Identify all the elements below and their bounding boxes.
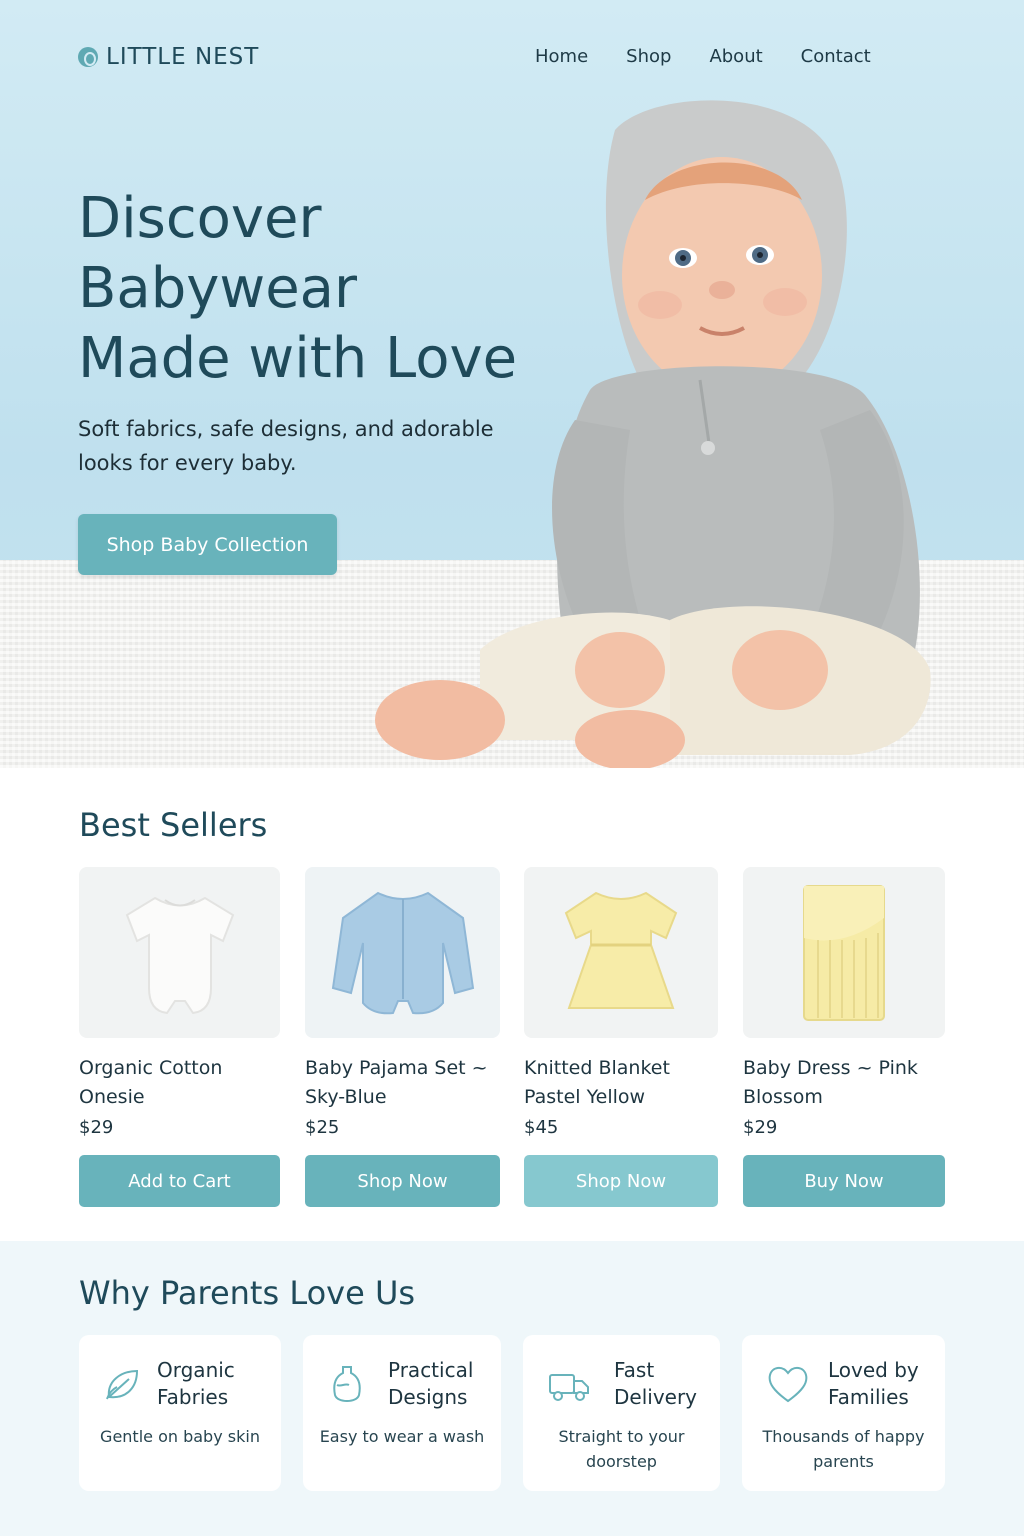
heart-icon xyxy=(768,1367,808,1403)
buy-now-button[interactable]: Buy Now xyxy=(743,1155,945,1207)
product-card[interactable]: Knitted Blanket Pastel Yellow $45 Shop N… xyxy=(524,867,718,1207)
feature-desc: Gentle on baby skin xyxy=(79,1424,281,1449)
hero-title-line: Made with Love xyxy=(78,326,518,391)
product-image-onesie[interactable] xyxy=(79,867,280,1038)
feature-title-line: Fast xyxy=(614,1358,655,1382)
onesie-icon xyxy=(125,896,234,1014)
blanket-icon xyxy=(803,884,885,1021)
hero-subtitle-line: Soft fabrics, safe designs, and adorable xyxy=(78,417,494,441)
feature-title-line: Designs xyxy=(388,1385,468,1409)
product-name: Knitted Blanket Pastel Yellow xyxy=(524,1054,718,1112)
feature-desc: Thousands of happy parents xyxy=(742,1424,945,1474)
product-name-line: Organic Cotton xyxy=(79,1057,223,1079)
product-name: Baby Dress ~ Pink Blossom xyxy=(743,1054,945,1112)
brand-name: LITTLE NEST xyxy=(106,44,260,70)
hero-subtitle: Soft fabrics, safe designs, and adorable… xyxy=(78,412,518,480)
feature-desc-line: Easy to wear a wash xyxy=(319,1427,485,1446)
add-to-cart-button[interactable]: Add to Cart xyxy=(79,1155,280,1207)
feature-desc-line: Gentle on baby skin xyxy=(100,1427,260,1446)
feature-desc: Straight to your doorstep xyxy=(523,1424,720,1474)
nav-item-home[interactable]: Home xyxy=(535,46,588,67)
feature-title-line: Organic xyxy=(157,1358,235,1382)
shop-now-button[interactable]: Shop Now xyxy=(305,1155,500,1207)
product-image-pajama[interactable] xyxy=(305,867,500,1038)
logo-mark-icon xyxy=(78,47,98,67)
product-card[interactable]: Baby Pajama Set ~ Sky-Blue $25 Shop Now xyxy=(305,867,500,1207)
hero-title-line: Babywear xyxy=(78,256,358,321)
product-name-line: Onesie xyxy=(79,1086,145,1108)
feature-desc-line: Straight to your xyxy=(558,1427,685,1446)
feature-card-delivery: Fast Delivery Straight to your doorstep xyxy=(523,1335,720,1491)
product-name-line: Pastel Yellow xyxy=(524,1086,646,1108)
shop-collection-button[interactable]: Shop Baby Collection xyxy=(78,514,337,575)
feature-desc-line: doorstep xyxy=(586,1452,657,1471)
product-image-blanket[interactable] xyxy=(743,867,945,1038)
dress-icon xyxy=(564,891,678,1009)
feature-title-line: Fabries xyxy=(157,1385,229,1409)
best-sellers-title: Best Sellers xyxy=(79,806,268,844)
product-name-line: Knitted Blanket xyxy=(524,1057,670,1079)
product-name-line: Sky-Blue xyxy=(305,1086,387,1108)
product-name-line: Baby Dress ~ Pink xyxy=(743,1057,918,1079)
feature-title: Fast Delivery xyxy=(614,1357,697,1411)
hero-title-line: Discover xyxy=(78,186,322,251)
product-image-dress[interactable] xyxy=(524,867,718,1038)
leaf-icon xyxy=(106,1369,139,1400)
hero-title: Discover Babywear Made with Love xyxy=(78,184,598,394)
product-price: $25 xyxy=(305,1117,340,1138)
product-price: $29 xyxy=(743,1117,778,1138)
product-grid: Organic Cotton Onesie $29 Add to Cart Ba… xyxy=(79,867,945,1212)
brand-logo[interactable]: LITTLE NEST xyxy=(78,44,259,70)
product-name-line: Blossom xyxy=(743,1086,823,1108)
nav-item-contact[interactable]: Contact xyxy=(801,46,871,67)
feature-desc: Easy to wear a wash xyxy=(303,1424,501,1449)
feature-desc-line: parents xyxy=(813,1452,874,1471)
hero-section: LITTLE NEST Home Shop About Contact Disc… xyxy=(0,0,1024,768)
feature-card-families: Loved by Families Thousands of happy par… xyxy=(742,1335,945,1491)
shop-now-button[interactable]: Shop Now xyxy=(524,1155,718,1207)
feature-card-organic: Organic Fabries Gentle on baby skin xyxy=(79,1335,281,1491)
product-name-line: Baby Pajama Set ~ xyxy=(305,1057,488,1079)
product-card[interactable]: Organic Cotton Onesie $29 Add to Cart xyxy=(79,867,280,1207)
feature-card-practical: Practical Designs Easy to wear a wash xyxy=(303,1335,501,1491)
product-price: $29 xyxy=(79,1117,114,1138)
product-name: Organic Cotton Onesie xyxy=(79,1054,280,1112)
feature-desc-line: Thousands of happy xyxy=(762,1427,925,1446)
feature-title: Loved by Families xyxy=(828,1357,919,1411)
why-parents-title: Why Parents Love Us xyxy=(79,1274,416,1312)
feature-grid: Organic Fabries Gentle on baby skin Prac… xyxy=(79,1335,945,1491)
product-name: Baby Pajama Set ~ Sky-Blue xyxy=(305,1054,500,1112)
feature-title-line: Delivery xyxy=(614,1385,698,1409)
hero-subtitle-line: looks for every baby. xyxy=(78,451,297,475)
feature-title-line: Loved by xyxy=(828,1358,919,1382)
truck-icon xyxy=(549,1374,589,1401)
main-nav: Home Shop About Contact xyxy=(535,46,871,67)
feature-title-line: Families xyxy=(828,1385,909,1409)
nav-item-shop[interactable]: Shop xyxy=(626,46,671,67)
feature-title: Organic Fabries xyxy=(157,1357,235,1411)
bottle-icon xyxy=(333,1366,361,1402)
pajama-icon xyxy=(331,891,474,1014)
feature-title-line: Practical xyxy=(388,1358,474,1382)
product-card[interactable]: Baby Dress ~ Pink Blossom $29 Buy Now xyxy=(743,867,945,1207)
nav-item-about[interactable]: About xyxy=(709,46,762,67)
product-price: $45 xyxy=(524,1117,559,1138)
feature-title: Practical Designs xyxy=(388,1357,473,1411)
